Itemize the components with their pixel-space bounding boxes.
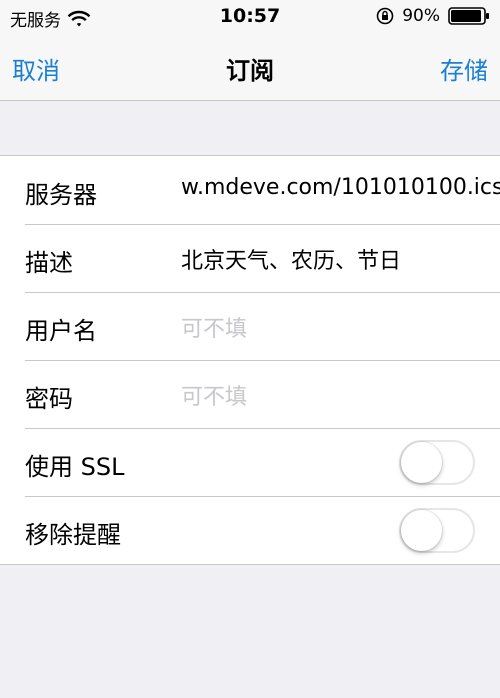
remove-alerts-row: 移除提醒 xyxy=(0,496,500,564)
battery-icon xyxy=(448,7,489,25)
username-input[interactable]: 可不填 xyxy=(181,311,247,343)
remove-alerts-label: 移除提醒 xyxy=(25,521,121,549)
description-label: 描述 xyxy=(25,249,73,277)
orientation-lock-icon xyxy=(376,7,394,25)
remove-alerts-toggle[interactable] xyxy=(399,508,475,553)
battery-percent: 90% xyxy=(402,6,440,26)
username-row[interactable]: 用户名 可不填 xyxy=(0,292,500,360)
password-label: 密码 xyxy=(25,385,73,413)
username-label: 用户名 xyxy=(25,317,97,345)
page-title: 订阅 xyxy=(226,57,274,85)
toggle-knob xyxy=(401,442,442,483)
toggle-knob xyxy=(401,510,442,551)
status-bar: 无服务 10:57 90% xyxy=(0,0,500,33)
use-ssl-row: 使用 SSL xyxy=(0,428,500,496)
password-row[interactable]: 密码 可不填 xyxy=(0,360,500,428)
description-input[interactable]: 北京天气、农历、节日 xyxy=(181,243,401,275)
description-row[interactable]: 描述 北京天气、农历、节日 xyxy=(0,224,500,292)
status-right: 90% xyxy=(376,6,490,26)
password-input[interactable]: 可不填 xyxy=(181,379,247,411)
server-input[interactable]: w.mdeve.com/101010100.ics xyxy=(181,175,500,200)
server-row[interactable]: 服务器 w.mdeve.com/101010100.ics xyxy=(0,156,500,224)
subscription-form: 服务器 w.mdeve.com/101010100.ics 描述 北京天气、农历… xyxy=(0,155,500,565)
use-ssl-label: 使用 SSL xyxy=(25,453,125,481)
use-ssl-toggle[interactable] xyxy=(399,440,475,485)
navigation-bar: 取消 订阅 存储 xyxy=(0,33,500,101)
save-button[interactable]: 存储 xyxy=(440,51,488,86)
server-label: 服务器 xyxy=(25,181,97,209)
